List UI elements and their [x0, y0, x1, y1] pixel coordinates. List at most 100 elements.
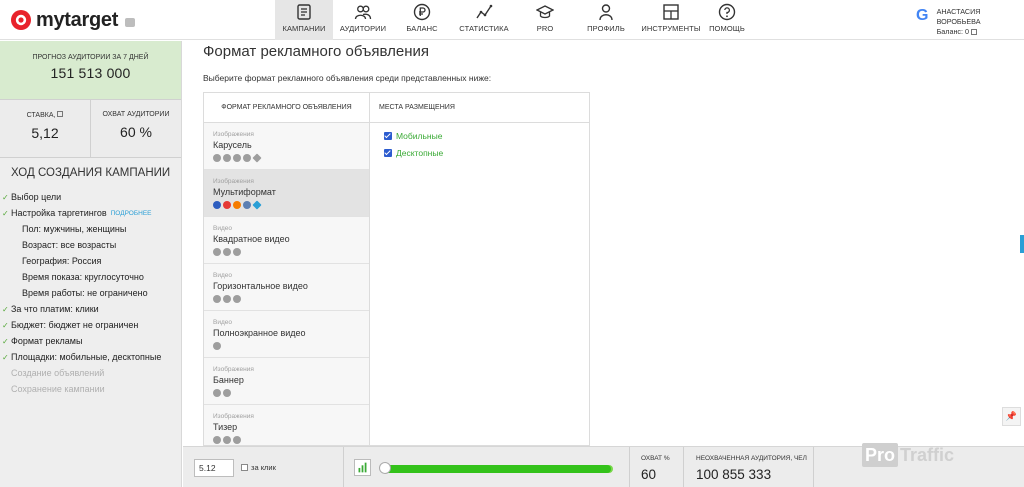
campaign-step[interactable]: ✓ Бюджет: бюджет не ограничен: [0, 317, 181, 333]
platform-icon: [223, 436, 231, 444]
audience-forecast: Прогноз аудитории за 7 дней 151 513 000: [0, 41, 181, 100]
placements-column: Места размещения Мобильные Десктопные: [370, 93, 589, 445]
format-name: Горизонтальное видео: [213, 281, 308, 291]
nav-statistics[interactable]: Статистика: [451, 0, 517, 40]
placement-checkbox[interactable]: [384, 148, 392, 157]
reach-stat: Охват аудитории 60 %: [90, 100, 181, 157]
check-icon: ✓: [2, 320, 9, 330]
bottom-divider: [813, 447, 814, 487]
bid-chart-button[interactable]: [354, 459, 371, 476]
campaign-step[interactable]: ✓ За что платим: клики: [0, 301, 181, 317]
campaign-step[interactable]: ✓ Настройка таргетингов подробнее: [0, 205, 181, 221]
campaign-step[interactable]: Время показа: круглосуточно: [0, 269, 181, 285]
forecast-value: 151 513 000: [50, 65, 131, 81]
unreached-value: 100 855 333: [696, 467, 772, 482]
platform-icon: [213, 436, 221, 444]
step-label: Время показа: круглосуточно: [22, 272, 144, 282]
platform-icon: [213, 389, 221, 397]
mytarget-logo-icon: [11, 10, 31, 30]
step-label: Настройка таргетингов: [11, 208, 107, 218]
format-option[interactable]: Изображения Тизер: [204, 405, 369, 445]
platform-icon: [233, 295, 241, 303]
placement-option[interactable]: Мобильные: [370, 127, 589, 144]
step-label: Формат рекламы: [11, 336, 83, 346]
bottom-reach-value: 60: [641, 467, 657, 482]
format-name: Баннер: [213, 375, 244, 385]
format-category: Видео: [213, 272, 232, 279]
check-icon: ✓: [2, 304, 9, 314]
format-option[interactable]: Изображения Мультиформат: [204, 170, 369, 217]
user-menu[interactable]: G Анастасия Воробьева Баланс: 0: [916, 7, 1024, 37]
platform-icon: [243, 201, 251, 209]
logo-text: mytarget: [36, 8, 119, 31]
pin-button[interactable]: 📌: [1002, 407, 1021, 426]
per-click-option[interactable]: за клик: [241, 463, 276, 472]
platform-icon: [233, 201, 241, 209]
nav-pro[interactable]: Pro: [517, 0, 573, 40]
format-name: Мультиформат: [213, 187, 276, 197]
campaign-progress-title: Ход создания кампании: [11, 167, 171, 179]
logo[interactable]: mytarget: [10, 8, 136, 32]
format-category: Изображения: [213, 366, 254, 373]
step-label: Возраст: все возрасты: [22, 240, 117, 250]
platform-icon: [213, 342, 221, 350]
platform-icon: [243, 154, 251, 162]
bottom-divider: [343, 447, 344, 487]
format-name: Карусель: [213, 140, 252, 150]
format-option[interactable]: Видео Полноэкранное видео: [204, 311, 369, 358]
campaigns-icon: [297, 4, 311, 20]
campaign-step[interactable]: ✓ Выбор цели: [0, 189, 181, 205]
bid-info-icon[interactable]: [57, 111, 64, 117]
campaign-step[interactable]: ✓ Площадки: мобильные, десктопные: [0, 349, 181, 365]
format-name: Тизер: [213, 422, 238, 432]
sidebar: Прогноз аудитории за 7 дней 151 513 000 …: [0, 41, 182, 487]
platform-icon: [223, 201, 231, 209]
placement-option[interactable]: Десктопные: [370, 144, 589, 161]
balance-info-icon[interactable]: [971, 29, 978, 35]
nav-help[interactable]: Помощь: [703, 0, 751, 40]
page-subtitle: Выберите формат рекламного объявления ср…: [203, 73, 492, 83]
reach-label: Охват аудитории: [102, 111, 170, 118]
format-category: Изображения: [213, 131, 254, 138]
format-option[interactable]: Изображения Баннер: [204, 358, 369, 405]
format-name: Квадратное видео: [213, 234, 290, 244]
bid-input[interactable]: [194, 459, 234, 477]
format-category: Изображения: [213, 178, 254, 185]
campaign-step[interactable]: Пол: мужчины, женщины: [0, 221, 181, 237]
campaign-step[interactable]: Время работы: не ограничено: [0, 285, 181, 301]
format-option[interactable]: Видео Квадратное видео: [204, 217, 369, 264]
placement-label: Мобильные: [396, 130, 443, 141]
bottom-reach-label: Охват %: [641, 455, 670, 462]
side-panel-handle[interactable]: [1020, 235, 1024, 253]
bid-label: Ставка,: [26, 112, 56, 119]
sidebar-stats: Ставка, 5,12 Охват аудитории 60 %: [0, 100, 181, 158]
reach-slider[interactable]: [382, 465, 613, 473]
nav-campaigns[interactable]: Кампании: [275, 0, 333, 40]
placement-checkbox[interactable]: [384, 131, 392, 140]
forecast-label: Прогноз аудитории за 7 дней: [32, 54, 149, 61]
bottom-divider: [683, 447, 684, 487]
per-click-checkbox[interactable]: [241, 464, 248, 471]
details-link[interactable]: подробнее: [111, 210, 152, 217]
format-option[interactable]: Видео Горизонтальное видео: [204, 264, 369, 311]
nav-audiences[interactable]: Аудитории: [333, 0, 393, 40]
reach-slider-thumb[interactable]: [379, 462, 391, 474]
campaign-step[interactable]: ✓ Формат рекламы: [0, 333, 181, 349]
campaign-step[interactable]: География: Россия: [0, 253, 181, 269]
platform-icon: [252, 200, 262, 210]
nav-balance[interactable]: Баланс: [393, 0, 451, 40]
formats-header: Формат рекламного объявления: [204, 93, 369, 123]
campaign-step[interactable]: Возраст: все возрасты: [0, 237, 181, 253]
top-header: mytarget Кампании Аудитории Баланс Стати…: [0, 0, 1024, 40]
format-category: Видео: [213, 319, 232, 326]
campaign-steps: ✓ Выбор цели ✓ Настройка таргетингов подробн…: [0, 189, 181, 397]
page-title: Формат рекламного объявления: [203, 43, 429, 60]
nav-profile[interactable]: Профиль: [573, 0, 639, 40]
format-option[interactable]: Изображения Карусель: [204, 123, 369, 170]
main-nav: Кампании Аудитории Баланс Статистика Pro…: [275, 0, 751, 40]
nav-tools[interactable]: Инструменты: [639, 0, 703, 40]
check-icon: ✓: [2, 192, 9, 202]
watermark: Pro Traffic: [862, 440, 954, 470]
format-category: Изображения: [213, 413, 254, 420]
audiences-icon: [354, 5, 372, 20]
